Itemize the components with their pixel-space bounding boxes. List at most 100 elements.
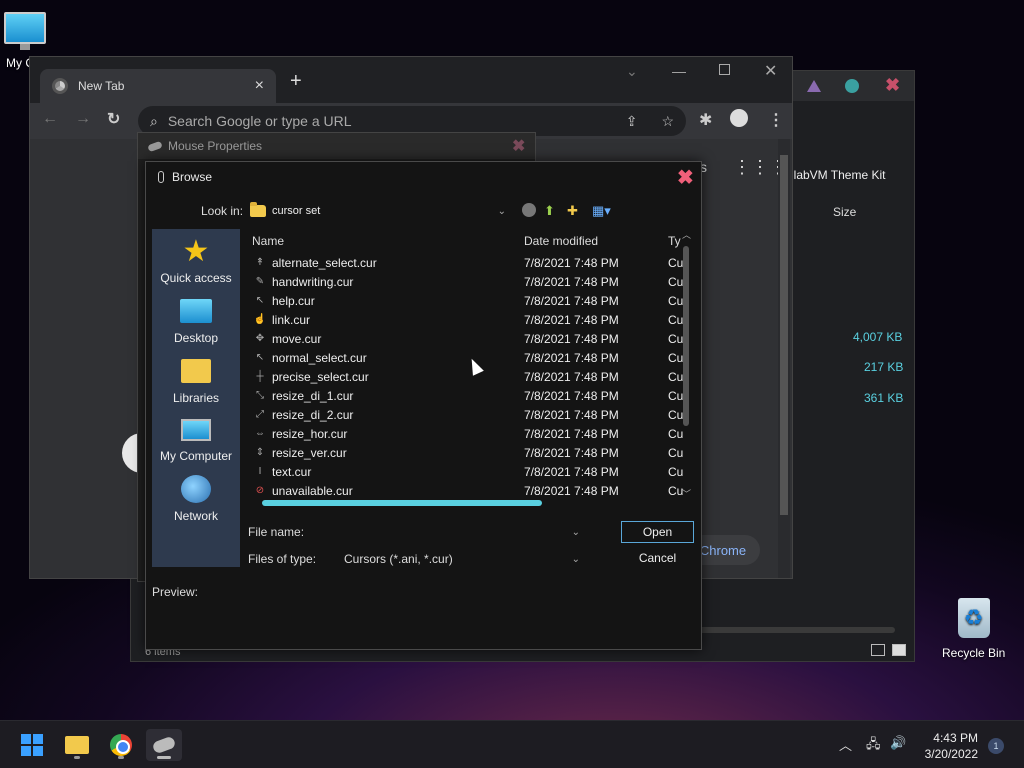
file-row[interactable]: ✥ move.cur 7/8/2021 7:48 PM Cu [248, 329, 684, 348]
file-name: alternate_select.cur [272, 255, 377, 270]
look-in-label: Look in: [201, 204, 244, 218]
tiles-view-icon[interactable] [892, 644, 906, 656]
volume-icon[interactable]: 🔊 [890, 735, 906, 751]
file-name: resize_di_1.cur [272, 388, 354, 403]
system-clock[interactable]: 4:43 PM 3/20/2022 [925, 730, 978, 762]
details-view-icon[interactable] [871, 644, 885, 656]
place-my-computer[interactable]: My Computer [152, 419, 240, 463]
file-date: 7/8/2021 7:48 PM [524, 445, 619, 460]
tab-title: New Tab [78, 79, 125, 93]
file-size: 361 KB [864, 391, 904, 405]
browse-titlebar: Browse [146, 162, 701, 192]
taskbar-chrome[interactable] [103, 729, 139, 761]
share-icon[interactable]: ⇪ [626, 113, 638, 130]
file-name: unavailable.cur [272, 483, 353, 498]
horizontal-scrollbar[interactable] [691, 627, 895, 633]
view-menu-icon[interactable]: ▦▾ [592, 203, 611, 219]
scrollbar-thumb[interactable] [683, 246, 689, 426]
close-icon[interactable]: ✖ [885, 75, 900, 96]
file-row[interactable]: ⇔ resize_hor.cur 7/8/2021 7:48 PM Cu [248, 424, 683, 443]
file-name: resize_ver.cur [272, 445, 347, 460]
file-row[interactable]: ⇕ resize_ver.cur 7/8/2021 7:48 PM Cu [248, 443, 684, 462]
circle-icon[interactable] [845, 79, 859, 93]
file-name-input[interactable]: ⌄ [340, 522, 584, 542]
file-row[interactable]: ↖ normal_select.cur 7/8/2021 7:48 PM Cu [248, 348, 684, 367]
triangle-icon[interactable] [807, 80, 821, 92]
up-folder-icon[interactable]: ⬆ [544, 203, 555, 219]
scroll-up-icon[interactable]: ︿ [682, 228, 691, 241]
file-row[interactable]: ⤡ resize_di_1.cur 7/8/2021 7:48 PM Cu [248, 386, 683, 405]
start-button[interactable] [14, 729, 50, 761]
place-network[interactable]: Network [152, 475, 240, 523]
notification-badge[interactable]: 1 [988, 738, 1004, 754]
forward-arrow-icon[interactable]: → [75, 110, 91, 128]
new-folder-icon[interactable]: ✚ [567, 203, 578, 219]
scroll-down-icon[interactable]: ﹀ [682, 487, 691, 500]
file-size: 217 KB [864, 360, 904, 374]
cancel-button[interactable]: Cancel [621, 547, 694, 569]
open-button[interactable]: Open [621, 521, 694, 543]
reload-icon[interactable]: ↻ [107, 109, 120, 129]
chevron-down-icon: ⌄ [497, 205, 506, 217]
file-row[interactable]: Itext.cur 7/8/2021 7:48 PM Cu [248, 462, 684, 481]
file-row[interactable]: ⊘ unavailable.cur 7/8/2021 7:48 PM Cu [248, 481, 684, 500]
tab-new-tab[interactable]: New Tab × [40, 69, 276, 103]
back-icon[interactable] [522, 203, 536, 217]
file-name: move.cur [272, 331, 322, 346]
page-scrollbar[interactable] [778, 139, 790, 578]
file-row[interactable]: ┼ precise_select.cur 7/8/2021 7:48 PM Cu [248, 367, 683, 386]
file-date: 7/8/2021 7:48 PM [524, 293, 619, 308]
column-header-name[interactable]: Name [252, 234, 284, 248]
look-in-dropdown[interactable]: cursor set ⌄ [250, 200, 506, 222]
place-label: Quick access [160, 271, 232, 285]
close-icon[interactable]: ✖ [677, 165, 694, 190]
mouse-icon [158, 171, 164, 183]
scrollbar-thumb[interactable] [262, 500, 542, 506]
dialog-title: Browse [172, 170, 213, 184]
menu-kebab-icon[interactable]: ⋮ [768, 110, 784, 130]
desktop-icon-recycle-bin[interactable]: ♻ Recycle Bin [942, 598, 1005, 660]
size-column-header[interactable]: Size [833, 205, 856, 219]
tab-close-icon[interactable]: × [255, 77, 264, 95]
clock-time: 4:43 PM [933, 731, 978, 745]
close-icon[interactable]: ✖ [512, 136, 525, 156]
file-row[interactable]: ✎ handwriting.cur 7/8/2021 7:48 PM Cu [248, 272, 684, 291]
running-indicator [74, 756, 80, 759]
place-quick-access[interactable]: ★ Quick access [152, 237, 240, 286]
chevron-down-icon[interactable]: ⌄ [626, 63, 638, 80]
maximize-icon[interactable] [719, 64, 730, 75]
preview-label: Preview: [152, 585, 199, 599]
horizontal-scrollbar[interactable] [258, 500, 678, 506]
files-of-type-dropdown[interactable]: Cursors (*.ani, *.cur) ⌄ [340, 549, 584, 569]
recycle-bin-icon: ♻ [957, 598, 990, 638]
column-header-date[interactable]: Date modified [524, 234, 598, 248]
place-libraries[interactable]: Libraries [152, 359, 240, 405]
window-close-icon[interactable]: ✕ [764, 61, 777, 81]
new-tab-button[interactable]: + [290, 70, 302, 93]
vertical-scrollbar[interactable]: ︿ ﹀ [682, 230, 691, 499]
place-label: My Computer [159, 449, 233, 463]
file-row[interactable]: ⤢ resize_di_2.cur 7/8/2021 7:48 PM Cu [248, 405, 683, 424]
extensions-icon[interactable]: ✱ [699, 110, 712, 130]
chevron-down-icon[interactable]: ⌄ [572, 527, 580, 538]
bookmark-star-icon[interactable]: ☆ [661, 113, 674, 130]
mouse-properties-titlebar: Mouse Properties [138, 133, 535, 159]
file-row[interactable]: ↟ alternate_select.cur 7/8/2021 7:48 PM Cu [248, 253, 684, 272]
file-name: link.cur [272, 312, 311, 327]
place-label: Network [173, 509, 218, 523]
file-name: resize_hor.cur [272, 426, 348, 441]
file-row[interactable]: ↖ help.cur 7/8/2021 7:48 PM Cu [248, 291, 684, 310]
place-desktop[interactable]: Desktop [152, 299, 240, 345]
taskbar-file-explorer[interactable] [59, 729, 95, 761]
monitor-icon [4, 12, 46, 50]
file-date: 7/8/2021 7:48 PM [524, 331, 619, 346]
taskbar-mouse-properties[interactable] [146, 729, 182, 761]
chevron-up-icon[interactable]: ︿ [839, 735, 852, 754]
minimize-icon[interactable]: — [672, 63, 686, 79]
column-header-type[interactable]: Ty [668, 234, 681, 248]
profile-avatar-icon[interactable] [730, 109, 748, 127]
back-arrow-icon[interactable]: ← [42, 110, 58, 128]
taskbar: ︿ 🖧 🔊 4:43 PM 3/20/2022 1 [0, 720, 1024, 768]
file-row[interactable]: ☝ link.cur 7/8/2021 7:48 PM Cu [248, 310, 684, 329]
network-icon[interactable]: 🖧 [866, 735, 881, 757]
